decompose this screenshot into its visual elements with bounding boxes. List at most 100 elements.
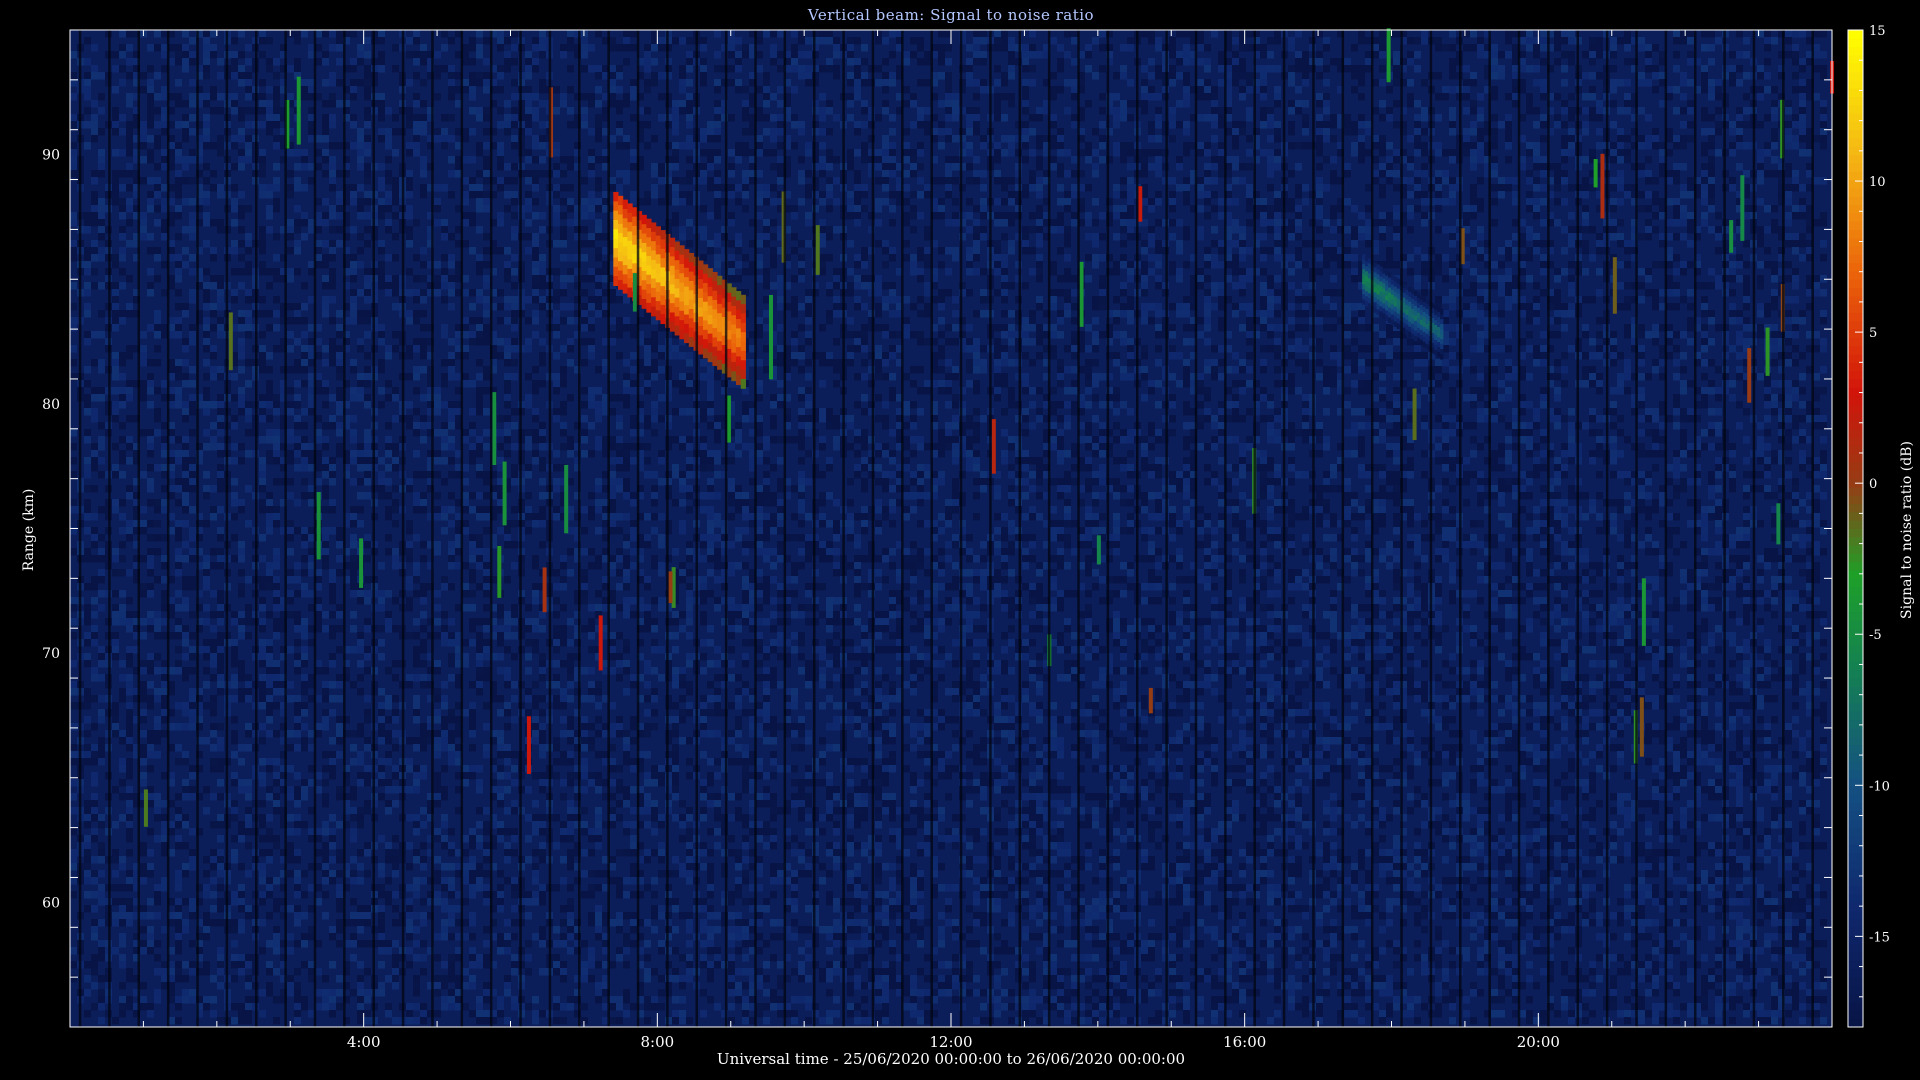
heatmap-cell (70, 947, 77, 955)
heatmap-cell (511, 520, 518, 528)
heatmap-cell (532, 93, 539, 101)
heatmap-cell (434, 198, 441, 206)
heatmap-cell (539, 891, 546, 899)
heatmap-cell (294, 793, 301, 801)
heatmap-cell (511, 681, 518, 689)
heatmap-cell (413, 891, 420, 899)
heatmap-cell (567, 184, 574, 192)
heatmap-cell (112, 254, 119, 262)
heatmap-cell (532, 562, 539, 570)
heatmap-cell (287, 436, 294, 444)
heatmap-cell (238, 408, 245, 416)
heatmap-cell (210, 723, 217, 731)
heatmap-cell (245, 695, 252, 703)
heatmap-cell (567, 205, 574, 213)
heatmap-cell (525, 835, 532, 843)
heatmap-cell (266, 310, 273, 318)
heatmap-cell (217, 604, 224, 612)
heatmap-cell (98, 548, 105, 556)
heatmap-cell (532, 289, 539, 297)
heatmap-cell (434, 492, 441, 500)
heatmap-cell (301, 674, 308, 682)
heatmap-cell (259, 702, 266, 710)
heatmap-cell (301, 366, 308, 374)
heatmap-cell (287, 366, 294, 374)
heatmap-cell (385, 142, 392, 150)
heatmap-cell (126, 625, 133, 633)
heatmap-cell (504, 534, 511, 542)
heatmap-cell (259, 268, 266, 276)
heatmap-cell (273, 674, 280, 682)
heatmap-cell (329, 464, 336, 472)
heatmap-cell (476, 387, 483, 395)
heatmap-cell (259, 625, 266, 633)
heatmap-cell (406, 226, 413, 234)
heatmap-cell (91, 219, 98, 227)
heatmap-cell (182, 436, 189, 444)
heatmap-cell (245, 688, 252, 696)
heatmap-cell (98, 751, 105, 759)
heatmap-cell (364, 849, 371, 857)
heatmap-cell (497, 835, 504, 843)
heatmap-cell (294, 660, 301, 668)
heatmap-cell (504, 268, 511, 276)
heatmap-cell (336, 786, 343, 794)
heatmap-cell (539, 842, 546, 850)
heatmap-cell (203, 618, 210, 626)
heatmap-cell (525, 401, 532, 409)
heatmap-cell (203, 884, 210, 892)
heatmap-cell (84, 555, 91, 563)
heatmap-cell (539, 730, 546, 738)
heatmap-cell (504, 177, 511, 185)
heatmap-cell (175, 254, 182, 262)
heatmap-cell (189, 548, 196, 556)
heatmap-cell (350, 590, 357, 598)
heatmap-cell (483, 870, 490, 878)
heatmap-cell (287, 233, 294, 241)
heatmap-cell (350, 583, 357, 591)
heatmap-cell (588, 345, 595, 353)
heatmap-cell (532, 457, 539, 465)
heatmap-cell (420, 730, 427, 738)
heatmap-cell (525, 954, 532, 962)
heatmap-cell (581, 415, 588, 423)
heatmap-cell (567, 849, 574, 857)
heatmap-cell (259, 821, 266, 829)
heatmap-cell (266, 58, 273, 66)
heatmap-cell (182, 492, 189, 500)
heatmap-cell (441, 821, 448, 829)
heatmap-cell (378, 240, 385, 248)
heatmap-cell (378, 275, 385, 283)
heatmap-cell (273, 506, 280, 514)
heatmap-cell (378, 884, 385, 892)
heatmap-cell (126, 205, 133, 213)
heatmap-cell (140, 345, 147, 353)
heatmap-cell (588, 100, 595, 108)
heatmap-cell (504, 842, 511, 850)
heatmap-cell (245, 289, 252, 297)
heatmap-cell (329, 765, 336, 773)
heatmap-cell (378, 870, 385, 878)
heatmap-cell (497, 219, 504, 227)
heatmap-cell (217, 597, 224, 605)
heatmap-cell (567, 317, 574, 325)
heatmap-cell (203, 562, 210, 570)
heatmap-cell (441, 877, 448, 885)
heatmap-cell (84, 506, 91, 514)
heatmap-cell (476, 114, 483, 122)
heatmap-cell (231, 219, 238, 227)
heatmap-cell (175, 744, 182, 752)
heatmap-cell (588, 240, 595, 248)
heatmap-cell (469, 828, 476, 836)
heatmap-cell (189, 653, 196, 661)
heatmap-cell (539, 933, 546, 941)
heatmap-cell (469, 730, 476, 738)
heatmap-cell (189, 366, 196, 374)
heatmap-cell (504, 1017, 511, 1025)
heatmap-cell (504, 163, 511, 171)
heatmap-cell (273, 1017, 280, 1025)
heatmap-cell (245, 807, 252, 815)
heatmap-cell (217, 681, 224, 689)
heatmap-cell (189, 688, 196, 696)
heatmap-cell (126, 919, 133, 927)
